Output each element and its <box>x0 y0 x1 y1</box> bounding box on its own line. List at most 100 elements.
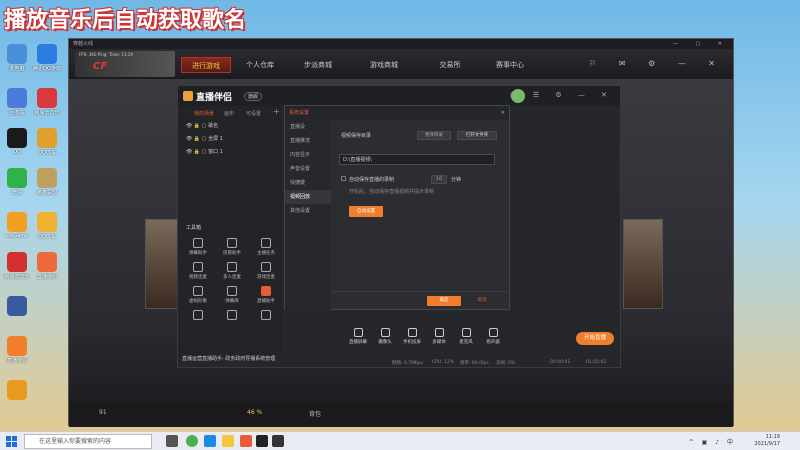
nav-tab-events[interactable]: 赛事中心 <box>487 57 533 73</box>
tool-button[interactable]: 直播助手 <box>250 286 282 304</box>
desktop-icon[interactable]: 直播伴侣 <box>30 252 64 280</box>
app-icon <box>7 88 27 108</box>
tool-button[interactable]: 主播任务 <box>250 238 282 256</box>
desktop-icon[interactable]: 英雄联盟 <box>30 168 64 196</box>
nav-tab-exchange[interactable]: 交易所 <box>427 57 473 73</box>
settings-menu-item[interactable]: 其他设置 <box>285 204 331 218</box>
settings-menu-item[interactable]: 内容显示 <box>285 148 331 162</box>
save-path-field[interactable]: D:\直播视频\ <box>339 154 495 165</box>
tool-button[interactable]: 弹幕助手 <box>182 238 214 256</box>
auto-save-checkbox[interactable] <box>341 176 346 181</box>
close-icon[interactable]: ✕ <box>501 106 505 120</box>
windows-start-icon[interactable] <box>6 436 17 447</box>
scene-tabs: 我的场景 画布 可设置 + <box>178 106 282 120</box>
open-folder-button[interactable]: 打开文件夹 <box>457 131 497 140</box>
settings-menu-item[interactable]: 视频回放 <box>285 190 331 204</box>
edge-icon[interactable] <box>204 435 216 447</box>
scene-item[interactable]: 👁 🔒 ▢ 窗口 1 <box>178 146 282 159</box>
settings-menu-item[interactable]: 直播设 <box>285 120 331 134</box>
cancel-button[interactable]: 取消 <box>467 296 497 306</box>
app-icon <box>37 212 57 232</box>
desktop-icon[interactable]: 腾讯QQ游戏 <box>30 44 64 72</box>
game-nav-icons[interactable]: ⚐ ✉ ⚙ — ✕ <box>589 59 725 68</box>
window-controls[interactable]: — ▢ ✕ <box>673 39 730 49</box>
settings-menu-item[interactable]: 声音设置 <box>285 162 331 176</box>
app-icon[interactable] <box>272 435 284 447</box>
tool-icon <box>227 286 237 296</box>
source-bar: 直播屏幕 摄像头 手机投屏 多媒体 麦克风 扬声器 开始直播 <box>282 326 620 356</box>
source-label: 扬声器 <box>486 340 500 345</box>
tool-icon <box>261 286 271 296</box>
tool-button[interactable]: 游戏连麦 <box>250 262 282 280</box>
desktop-icon[interactable]: 网易云音乐 <box>0 252 34 280</box>
desktop-icon[interactable] <box>0 380 34 401</box>
live-app-icon[interactable] <box>240 435 252 447</box>
start-live-button[interactable]: 开始直播 <box>576 332 614 345</box>
taskbar-search-input[interactable]: 在这里输入你要搜索的内容 <box>24 434 152 449</box>
system-tray-icons[interactable]: ^ ▣ ♪ 中 <box>689 437 736 446</box>
desktop-icon[interactable]: QQ飞车 <box>30 128 64 156</box>
source-button[interactable]: 摄像头 <box>373 328 397 345</box>
taskbar-clock[interactable]: 11:19 2021/9/17 <box>754 434 780 448</box>
add-scene-icon[interactable]: + <box>273 107 280 116</box>
source-button[interactable]: 多媒体 <box>427 328 451 345</box>
nav-tab-shop[interactable]: 游戏商城 <box>361 57 407 73</box>
status-bar: 网络: 0.7Mbps CPU: 12% 帧率: 60.0fps 丢帧: 0% … <box>282 358 620 368</box>
game-app-icon[interactable] <box>256 435 268 447</box>
settings-menu-item[interactable]: 快捷键 <box>285 176 331 190</box>
tool-button[interactable]: 虚拟形象 <box>182 286 214 304</box>
scene-item[interactable]: 👁 🔒 ▢ 全屏 1 <box>178 133 282 146</box>
source-button[interactable]: 麦克风 <box>454 328 478 345</box>
tool-button[interactable] <box>250 310 282 322</box>
tool-button[interactable] <box>182 310 214 322</box>
desktop-icon[interactable]: 微信 <box>0 168 34 196</box>
desktop-icon[interactable]: WeGame <box>0 212 34 239</box>
app-icon <box>7 336 27 356</box>
settings-body: 视频保存目录 更改目录 打开文件夹 D:\直播视频\ 自动保存直播的录制 10 … <box>331 120 509 310</box>
tab-my-scenes[interactable]: 我的场景 <box>194 110 214 117</box>
tool-label: 房管助手 <box>223 251 241 256</box>
source-button[interactable]: 扬声器 <box>481 328 505 345</box>
source-button[interactable]: 直播屏幕 <box>346 328 370 345</box>
folder-icon[interactable] <box>222 435 234 447</box>
source-button[interactable]: 手机投屏 <box>400 328 424 345</box>
tab-canvas[interactable]: 画布 <box>224 110 234 117</box>
app-header-icons[interactable]: ▢ ☰ ⚙ — ✕ <box>510 91 614 99</box>
ok-button[interactable]: 确定 <box>427 296 461 306</box>
change-dir-button[interactable]: 更改目录 <box>417 131 451 140</box>
source-label: 摄像头 <box>378 340 392 345</box>
backpack-label[interactable]: 背包 <box>309 409 321 418</box>
fps-stat: 帧率: 60.0fps <box>460 361 489 366</box>
tool-button[interactable]: 多人连麦 <box>216 262 248 280</box>
tool-button[interactable]: 视频连麦 <box>182 262 214 280</box>
desktop-icon-label: 此电脑 <box>9 66 25 72</box>
desktop-icon[interactable]: QQ <box>0 128 34 155</box>
app-notice[interactable]: 直播运营直播助手: 政务政府导播系统管理 <box>182 355 275 362</box>
highlight-button[interactable]: 自动设置 <box>349 206 383 217</box>
settings-menu-item[interactable]: 直播推流 <box>285 134 331 148</box>
tool-button[interactable]: 弹幕库 <box>216 286 248 304</box>
nav-tab-faction[interactable]: 步派商城 <box>295 57 341 73</box>
nav-tab-play[interactable]: 进行游戏 <box>181 57 231 73</box>
tool-label: 弹幕库 <box>225 299 239 304</box>
desktop-icon[interactable]: QQ飞车 <box>30 212 64 240</box>
dialog-header: 系统设置 ✕ <box>285 106 509 120</box>
desktop-icon[interactable]: 此电脑 <box>0 44 34 72</box>
app-icon <box>37 252 57 272</box>
task-view-icon[interactable] <box>166 435 178 447</box>
desktop-icon[interactable] <box>0 296 34 317</box>
settings-dialog[interactable]: 系统设置 ✕ 直播设 直播推流 内容显示 声音设置 快捷键 视频回放 其他设置 视频保存目录… <box>284 105 510 310</box>
toolbox-title: 工具箱 <box>186 225 202 231</box>
scene-item[interactable]: 👁 🔒 ▢ 歌名 <box>178 120 282 133</box>
tool-button[interactable] <box>216 310 248 322</box>
desktop-icon[interactable]: 直播伴侣 <box>0 336 34 364</box>
tool-icon <box>261 310 271 320</box>
tool-button[interactable]: 房管助手 <box>216 238 248 256</box>
app-icon <box>7 168 27 188</box>
chrome-icon[interactable] <box>186 435 198 447</box>
desktop-icon[interactable]: 回收站 <box>0 88 34 116</box>
desktop-icon[interactable]: 网易云音乐 <box>30 88 64 116</box>
tab-settings[interactable]: 可设置 <box>246 110 261 117</box>
nav-tab-warehouse[interactable]: 个人仓库 <box>237 57 283 73</box>
auto-save-minutes[interactable]: 10 <box>431 175 447 184</box>
